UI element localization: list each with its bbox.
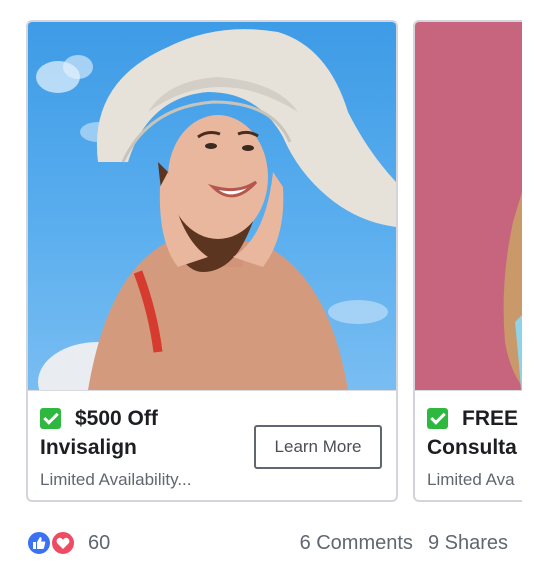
card-headline[interactable]: FREE Consulta <box>427 404 522 462</box>
reaction-count: 60 <box>88 531 111 554</box>
like-icon <box>26 530 52 556</box>
card-description: Limited Ava <box>427 470 515 489</box>
green-check-emoji-icon <box>40 408 61 429</box>
headline-line-2: Consulta <box>427 436 517 459</box>
card-image[interactable] <box>415 22 522 391</box>
woman-in-sun-hat-photo <box>36 29 396 390</box>
woman-portrait-photo <box>503 192 522 390</box>
carousel-card-free-consultation[interactable]: FREE Consulta Limited Ava <box>413 20 522 502</box>
headline-line-1: FREE <box>462 407 519 430</box>
learn-more-button[interactable]: Learn More <box>254 425 382 469</box>
headline-line-1: $500 Off <box>75 407 158 430</box>
comments-link[interactable]: 6 Comments <box>300 532 413 555</box>
shares-link[interactable]: 9 Shares <box>428 532 508 555</box>
reactions-summary[interactable]: 60 <box>26 530 110 556</box>
card-description: Limited Availability... <box>40 470 192 489</box>
green-check-emoji-icon <box>427 408 448 429</box>
love-icon <box>50 530 76 556</box>
carousel-card-invisalign[interactable]: $500 Off Invisalign Limited Availability… <box>26 20 398 502</box>
post-footer: 60 6 Comments 9 Shares <box>26 526 508 560</box>
card-image[interactable] <box>28 22 396 391</box>
ad-carousel[interactable]: $500 Off Invisalign Limited Availability… <box>0 0 522 510</box>
card-body[interactable]: FREE Consulta Limited Ava <box>427 404 522 490</box>
